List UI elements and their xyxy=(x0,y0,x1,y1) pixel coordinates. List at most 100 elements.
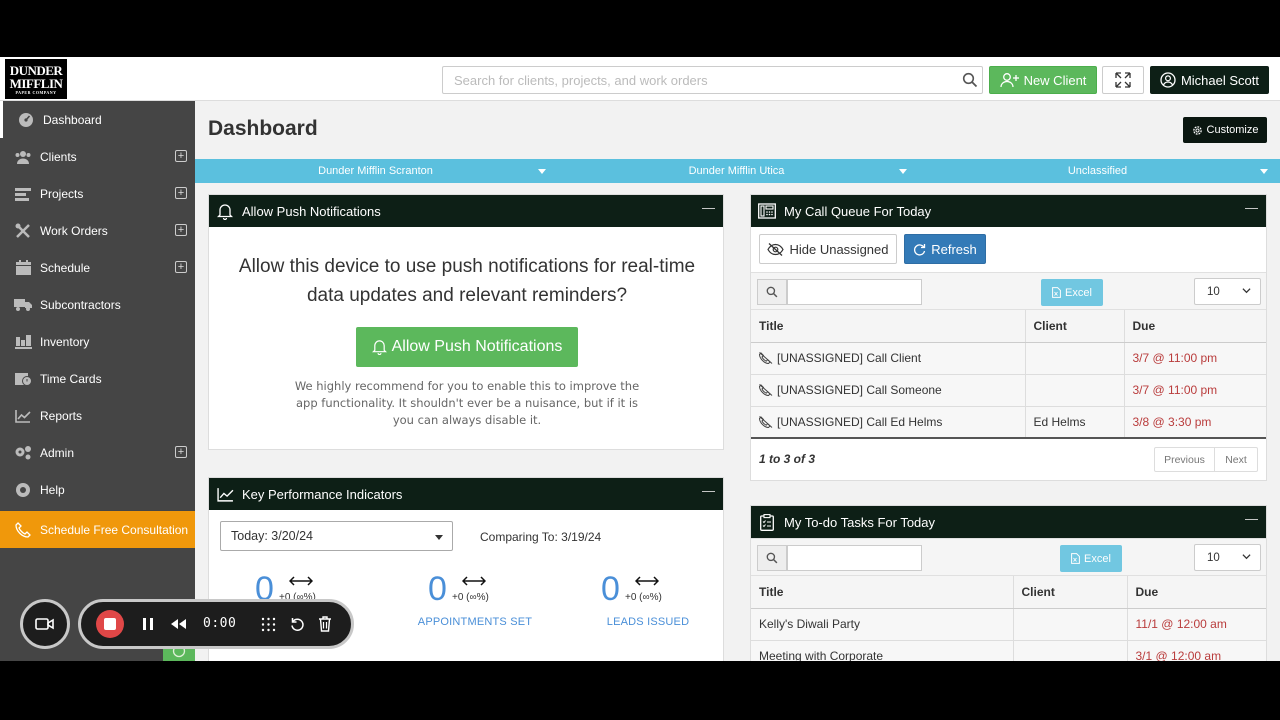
location-label: Dunder Mifflin Utica xyxy=(688,165,785,177)
sidebar-item-schedule-consultation[interactable]: Schedule Free Consultation xyxy=(0,511,195,548)
sidebar-item-clients[interactable]: Clients + xyxy=(0,138,195,175)
customize-button[interactable]: Customize xyxy=(1183,117,1267,143)
user-circle-icon xyxy=(1160,72,1176,88)
user-name: Michael Scott xyxy=(1180,72,1260,88)
push-message: Allow this device to use push notificati… xyxy=(238,256,696,306)
expand-plus-icon[interactable]: + xyxy=(175,224,187,236)
excel-label: Excel xyxy=(1084,552,1111,565)
pause-icon xyxy=(143,618,153,630)
fullscreen-button[interactable] xyxy=(1102,66,1144,94)
excel-export-button[interactable]: Excel xyxy=(1060,545,1122,572)
column-header[interactable]: Due xyxy=(1124,310,1266,343)
rewind-icon xyxy=(170,619,186,629)
bell-icon xyxy=(371,340,387,355)
phone-icon xyxy=(14,521,32,538)
sidebar-item-admin[interactable]: Admin + xyxy=(0,434,195,471)
table-search-input[interactable] xyxy=(787,545,922,571)
calendar-icon xyxy=(14,259,32,276)
column-header[interactable]: Title xyxy=(751,310,1026,343)
table-row[interactable]: [UNASSIGNED] Call Client 3/7 @ 11:00 pm xyxy=(751,342,1266,375)
users-icon xyxy=(14,148,32,165)
location-dropdown-scranton[interactable]: Dunder Mifflin Scranton xyxy=(195,159,556,183)
minimize-icon[interactable]: — xyxy=(1245,200,1258,215)
table-row[interactable]: [UNASSIGNED] Call Someone 3/7 @ 11:00 pm xyxy=(751,374,1266,407)
allow-push-button[interactable]: Allow Push Notifications xyxy=(356,327,578,367)
sidebar-item-inventory[interactable]: Inventory xyxy=(0,323,195,360)
page-size-select[interactable]: 10 xyxy=(1194,544,1261,571)
previous-page-button[interactable]: Previous xyxy=(1155,448,1215,471)
column-header[interactable]: Title xyxy=(751,576,1014,609)
expand-plus-icon[interactable]: + xyxy=(175,261,187,273)
expand-plus-icon[interactable]: + xyxy=(175,446,187,458)
chart-line-icon xyxy=(14,407,32,424)
table-cell-client: Ed Helms xyxy=(1025,406,1125,439)
refresh-button[interactable]: Refresh xyxy=(904,234,986,264)
inventory-icon xyxy=(14,333,32,350)
minimize-icon[interactable]: — xyxy=(1245,511,1258,526)
table-row[interactable]: Kelly's Diwali Party 11/1 @ 12:00 am xyxy=(751,608,1266,641)
table-row[interactable]: Meeting with Corporate 3/1 @ 12:00 am xyxy=(751,640,1266,661)
delete-recording-button[interactable] xyxy=(315,614,335,634)
sidebar-item-subcontractors[interactable]: Subcontractors xyxy=(0,286,195,323)
brand-logo[interactable]: DUNDER MIFFLIN PAPER COMPANY xyxy=(5,59,67,99)
allow-push-label: Allow Push Notifications xyxy=(391,338,563,355)
global-search-input[interactable] xyxy=(442,66,983,94)
table-cell-due: 3/1 @ 12:00 am xyxy=(1127,640,1266,661)
phone-office-icon xyxy=(758,202,776,220)
expand-plus-icon[interactable]: + xyxy=(175,150,187,162)
sidebar-item-label: Reports xyxy=(40,409,83,423)
recorder-controls: 0:00 xyxy=(78,599,354,649)
location-dropdown-utica[interactable]: Dunder Mifflin Utica xyxy=(556,159,917,183)
user-menu-button[interactable]: Michael Scott xyxy=(1150,66,1269,94)
refresh-icon xyxy=(914,243,926,256)
sidebar-item-time-cards[interactable]: Time Cards xyxy=(0,360,195,397)
arrows-h-icon xyxy=(289,576,313,586)
file-excel-icon xyxy=(1052,287,1061,298)
restart-button[interactable] xyxy=(287,614,307,634)
truck-icon xyxy=(14,296,32,313)
screen-recorder-toolbar: 0:00 xyxy=(20,599,354,649)
push-notifications-panel: Allow Push Notifications — Allow this de… xyxy=(208,194,724,450)
column-header[interactable]: Client xyxy=(1025,310,1125,343)
customize-label: Customize xyxy=(1206,124,1259,136)
search-icon[interactable] xyxy=(962,72,978,88)
sidebar-item-work-orders[interactable]: Work Orders + xyxy=(0,212,195,249)
rewind-button[interactable] xyxy=(168,614,188,634)
table-header-row: Title Client Due xyxy=(751,576,1266,609)
sidebar-item-label: Projects xyxy=(40,187,84,201)
excel-export-button[interactable]: Excel xyxy=(1041,279,1103,306)
table-cell-due: 3/8 @ 3:30 pm xyxy=(1124,406,1266,439)
minimize-icon[interactable]: — xyxy=(702,200,715,215)
camera-toggle-button[interactable] xyxy=(20,599,70,649)
hide-unassigned-button[interactable]: Hide Unassigned xyxy=(759,234,897,264)
location-bar: Dunder Mifflin Scranton Dunder Mifflin U… xyxy=(195,159,1280,183)
sidebar-item-label: Admin xyxy=(40,446,75,460)
sidebar-item-dashboard[interactable]: Dashboard xyxy=(0,101,195,138)
location-dropdown-unclassified[interactable]: Unclassified xyxy=(917,159,1278,183)
expand-plus-icon[interactable]: + xyxy=(175,187,187,199)
sidebar-item-projects[interactable]: Projects + xyxy=(0,175,195,212)
sidebar-item-reports[interactable]: Reports xyxy=(0,397,195,434)
column-header[interactable]: Client xyxy=(1013,576,1128,609)
draw-tools-button[interactable] xyxy=(258,614,278,634)
table-search-input[interactable] xyxy=(787,279,922,305)
caret-down-icon xyxy=(538,169,546,174)
pause-button[interactable] xyxy=(138,614,158,634)
sidebar-item-label: Schedule xyxy=(40,261,91,275)
sidebar-item-help[interactable]: Help xyxy=(0,471,195,508)
page-size-select[interactable]: 10 xyxy=(1194,278,1261,305)
minimize-icon[interactable]: — xyxy=(702,483,715,498)
table-row[interactable]: [UNASSIGNED] Call Ed Helms Ed Helms 3/8 … xyxy=(751,406,1266,439)
kpi-value: 0 xyxy=(428,570,447,608)
new-client-button[interactable]: New Client xyxy=(989,66,1097,94)
table-cell-title: [UNASSIGNED] Call Client xyxy=(751,342,1026,375)
pagination: Previous Next xyxy=(1154,447,1258,472)
column-header[interactable]: Due xyxy=(1127,576,1266,609)
stop-recording-button[interactable] xyxy=(96,610,124,638)
sidebar-item-schedule[interactable]: Schedule + xyxy=(0,249,195,286)
date-select[interactable]: Today: 3/20/24 xyxy=(220,521,453,551)
push-note: We highly recommend for you to enable th… xyxy=(294,379,640,427)
arrows-h-icon xyxy=(462,576,486,586)
next-page-button[interactable]: Next xyxy=(1215,448,1257,471)
table-toolbar: Excel 10 xyxy=(751,272,1266,310)
